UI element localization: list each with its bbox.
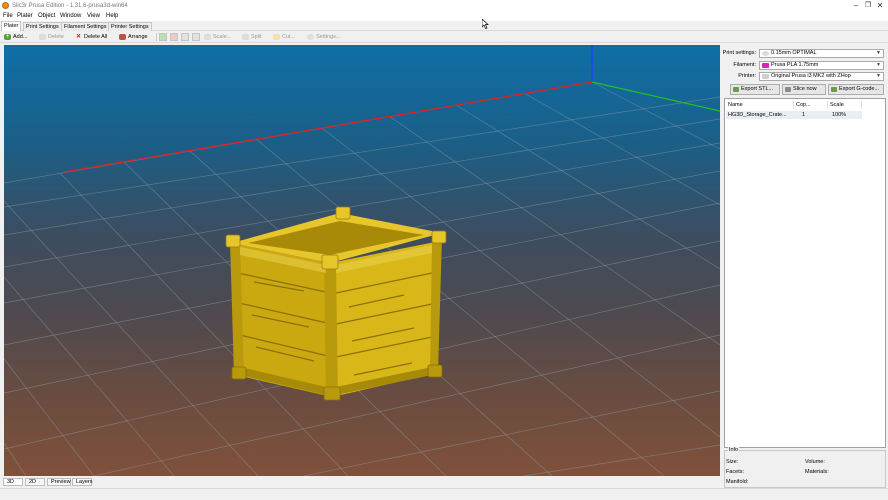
slic3r-app-icon — [2, 2, 9, 9]
tab-printer-settings[interactable]: Printer Settings — [108, 22, 152, 31]
menu-view[interactable]: View — [87, 13, 100, 19]
slice-icon — [785, 87, 791, 92]
object-copies-cell: 1 — [802, 112, 806, 118]
status-bar — [0, 488, 888, 500]
menu-object[interactable]: Object — [38, 13, 55, 19]
split-label: Split — [251, 34, 262, 40]
chevron-down-icon: ▼ — [876, 73, 881, 79]
materials-label: Materials: — [805, 469, 829, 475]
toolbar-divider — [156, 33, 157, 41]
print-settings-select[interactable]: 0.15mm OPTIMAL ▼ — [759, 49, 884, 58]
column-header-scale[interactable]: Scale — [828, 101, 862, 109]
delete-all-icon: ✕ — [75, 34, 82, 40]
settings-button[interactable]: Settings... — [305, 32, 340, 42]
filament-label: Filament: — [733, 62, 756, 68]
delete-label: Delete — [48, 34, 64, 40]
chevron-down-icon: ▼ — [876, 50, 881, 56]
scale-label: Scale... — [213, 34, 232, 40]
column-header-name[interactable]: Name — [726, 101, 794, 109]
delete-icon — [39, 34, 46, 40]
printer-label: Printer: — [738, 73, 756, 79]
chevron-down-icon: ▼ — [876, 62, 881, 68]
printer-icon — [762, 74, 769, 79]
menu-help[interactable]: Help — [106, 13, 118, 19]
arrange-icon — [119, 34, 126, 40]
arrange-button[interactable]: Arrange — [117, 32, 148, 42]
print-profile-icon — [762, 51, 769, 56]
column-header-copies[interactable]: Cop... — [794, 101, 828, 109]
gear-icon — [307, 34, 314, 40]
delete-all-label: Delete All — [84, 34, 108, 40]
view-tab-bar: 3D 2D Preview Layers — [0, 477, 722, 487]
printer-value: Original Prusa i3 MK2 with ZHop — [771, 73, 851, 79]
remove-instance-icon[interactable] — [170, 33, 178, 41]
info-box: Info Size: Volume: Facets: Materials: Ma… — [724, 447, 886, 488]
cut-icon — [273, 34, 280, 40]
close-button[interactable]: ✕ — [874, 1, 886, 11]
scale-icon — [204, 34, 211, 40]
printer-select[interactable]: Original Prusa i3 MK2 with ZHop ▼ — [759, 72, 884, 81]
export-gcode-label: Export G-code... — [839, 86, 880, 92]
object-list[interactable]: Name Cop... Scale HG3D_Storage_Crate... … — [724, 98, 886, 448]
plater-toolbar: + Add... Delete ✕ Delete All Arrange Sca… — [0, 31, 888, 43]
info-title: Info — [728, 447, 740, 453]
tab-filament-settings[interactable]: Filament Settings — [61, 22, 110, 31]
export-gcode-button[interactable]: Export G-code... — [828, 84, 884, 95]
filament-value: Prusa PLA 1.75mm — [771, 62, 819, 68]
print-settings-label: Print settings: — [722, 50, 756, 56]
minimize-button[interactable]: – — [850, 1, 862, 11]
facets-label: Facets: — [726, 469, 745, 475]
tab-print-settings[interactable]: Print Settings — [23, 22, 62, 31]
3d-viewport[interactable] — [4, 45, 720, 476]
cut-label: Cut... — [282, 34, 296, 40]
menu-bar: File Plater Object Window View Help — [0, 12, 888, 21]
rotate-left-icon[interactable] — [181, 33, 189, 41]
mouse-cursor-icon — [482, 19, 489, 29]
delete-button[interactable]: Delete — [37, 32, 64, 42]
filament-select[interactable]: Prusa PLA 1.75mm ▼ — [759, 61, 884, 70]
slice-now-button[interactable]: Slice now — [782, 84, 826, 95]
window-title: Slic3r Prusa Edition - 1.31.6-prusa3d-wi… — [12, 3, 128, 9]
3d-scene — [4, 45, 720, 476]
split-button[interactable]: Split — [240, 32, 262, 42]
x-axis-line — [63, 81, 593, 173]
cut-button[interactable]: Cut... — [271, 32, 295, 42]
menu-window[interactable]: Window — [60, 13, 81, 19]
tab-layers[interactable]: Layers — [72, 478, 93, 486]
menu-file[interactable]: File — [3, 13, 13, 19]
add-instance-icon[interactable] — [159, 33, 167, 41]
export-icon — [831, 87, 837, 92]
maximize-button[interactable]: ❐ — [862, 1, 874, 11]
filament-color-swatch — [762, 63, 769, 68]
export-stl-label: Export STL... — [741, 86, 774, 92]
arrange-label: Arrange — [128, 34, 148, 40]
tab-2d[interactable]: 2D — [25, 478, 45, 486]
object-name-cell: HG3D_Storage_Crate... — [728, 112, 787, 118]
print-settings-value: 0.15mm OPTIMAL — [771, 50, 817, 56]
right-panel: Print settings: 0.15mm OPTIMAL ▼ Filamen… — [722, 45, 888, 488]
rotate-right-icon[interactable] — [192, 33, 200, 41]
export-icon — [733, 87, 739, 92]
manifold-label: Manifold: — [726, 479, 749, 485]
size-label: Size: — [726, 459, 739, 465]
add-icon: + — [4, 34, 11, 40]
slice-now-label: Slice now — [793, 86, 817, 92]
tab-preview[interactable]: Preview — [47, 478, 71, 486]
menu-plater[interactable]: Plater — [17, 13, 33, 19]
add-label: Add... — [13, 34, 28, 40]
object-scale-cell: 100% — [832, 112, 847, 118]
settings-tab-bar: Plater Print Settings Filament Settings … — [0, 21, 888, 31]
export-stl-button[interactable]: Export STL... — [730, 84, 780, 95]
split-icon — [242, 34, 249, 40]
volume-label: Volume: — [805, 459, 825, 465]
add-button[interactable]: + Add... — [2, 32, 27, 42]
tab-3d[interactable]: 3D — [3, 478, 23, 486]
title-bar: Slic3r Prusa Edition - 1.31.6-prusa3d-wi… — [0, 0, 888, 12]
scale-button[interactable]: Scale... — [202, 32, 231, 42]
delete-all-button[interactable]: ✕ Delete All — [73, 32, 107, 42]
tab-plater[interactable]: Plater — [1, 21, 22, 31]
settings-label: Settings... — [316, 34, 341, 40]
storage-crate-model[interactable] — [225, 206, 447, 401]
